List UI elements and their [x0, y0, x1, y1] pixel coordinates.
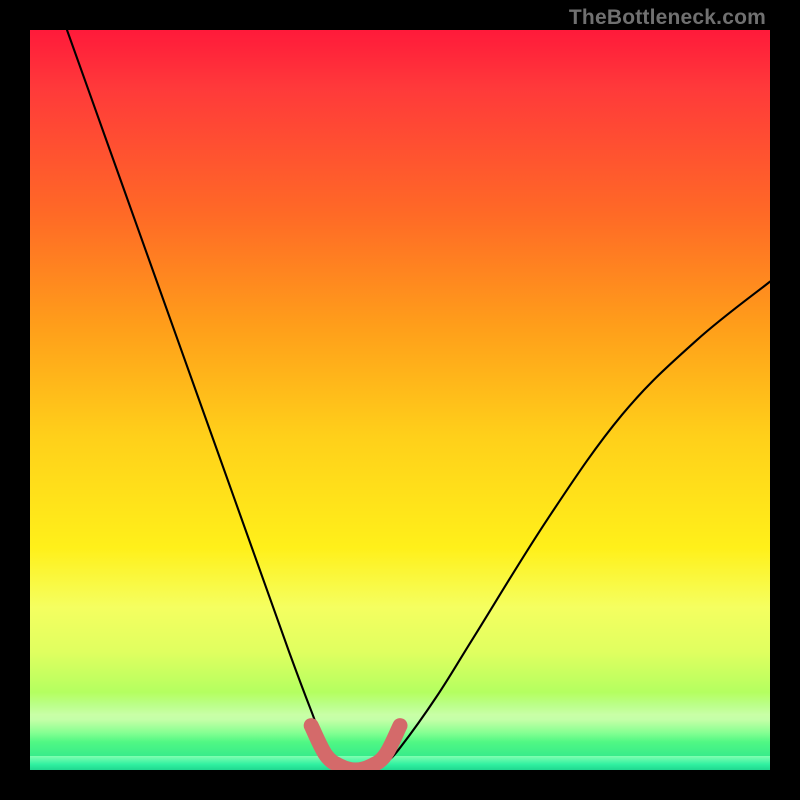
- chart-frame: TheBottleneck.com: [0, 0, 800, 800]
- plot-area: [30, 30, 770, 770]
- valley-highlight-path: [311, 726, 400, 770]
- bottleneck-curve-path: [67, 30, 770, 770]
- chart-svg: [30, 30, 770, 770]
- watermark-text: TheBottleneck.com: [569, 6, 766, 30]
